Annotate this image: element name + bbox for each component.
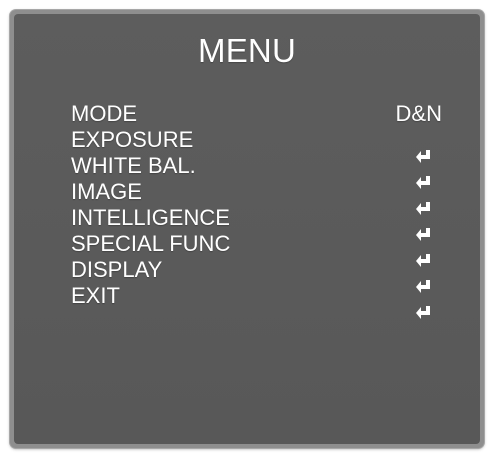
menu-item-intelligence[interactable]: INTELLIGENCE (71, 205, 451, 231)
menu-item-label: WHITE BAL. (71, 153, 196, 178)
return-arrow-icon[interactable] (408, 249, 438, 275)
return-icon-column (408, 145, 438, 327)
menu-item-display[interactable]: DISPLAY (71, 257, 451, 283)
menu-item-label: DISPLAY (71, 257, 163, 282)
menu-title: MENU (198, 32, 296, 69)
menu-item-special-func[interactable]: SPECIAL FUNC (71, 231, 451, 257)
return-arrow-icon[interactable] (408, 275, 438, 301)
menu-item-label: INTELLIGENCE (71, 205, 230, 230)
return-arrow-icon[interactable] (408, 145, 438, 171)
return-arrow-icon[interactable] (408, 223, 438, 249)
menu-item-mode[interactable]: MODE D&N (71, 101, 451, 127)
menu-item-label: EXPOSURE (71, 127, 194, 152)
return-arrow-icon[interactable] (408, 171, 438, 197)
menu-list: MODE D&N EXPOSURE WHITE BAL. IMAGE INTEL… (71, 101, 451, 309)
mode-value: D&N (395, 101, 442, 126)
menu-item-image[interactable]: IMAGE (71, 179, 451, 205)
return-arrow-icon[interactable] (408, 301, 438, 327)
menu-item-exposure[interactable]: EXPOSURE (71, 127, 451, 153)
menu-item-label: EXIT (71, 283, 120, 308)
menu-item-label: MODE (71, 101, 137, 126)
menu-item-label: IMAGE (71, 179, 142, 204)
return-arrow-icon[interactable] (408, 197, 438, 223)
menu-item-white-balance[interactable]: WHITE BAL. (71, 153, 451, 179)
menu-item-label: SPECIAL FUNC (71, 231, 231, 256)
menu-item-exit[interactable]: EXIT (71, 283, 451, 309)
